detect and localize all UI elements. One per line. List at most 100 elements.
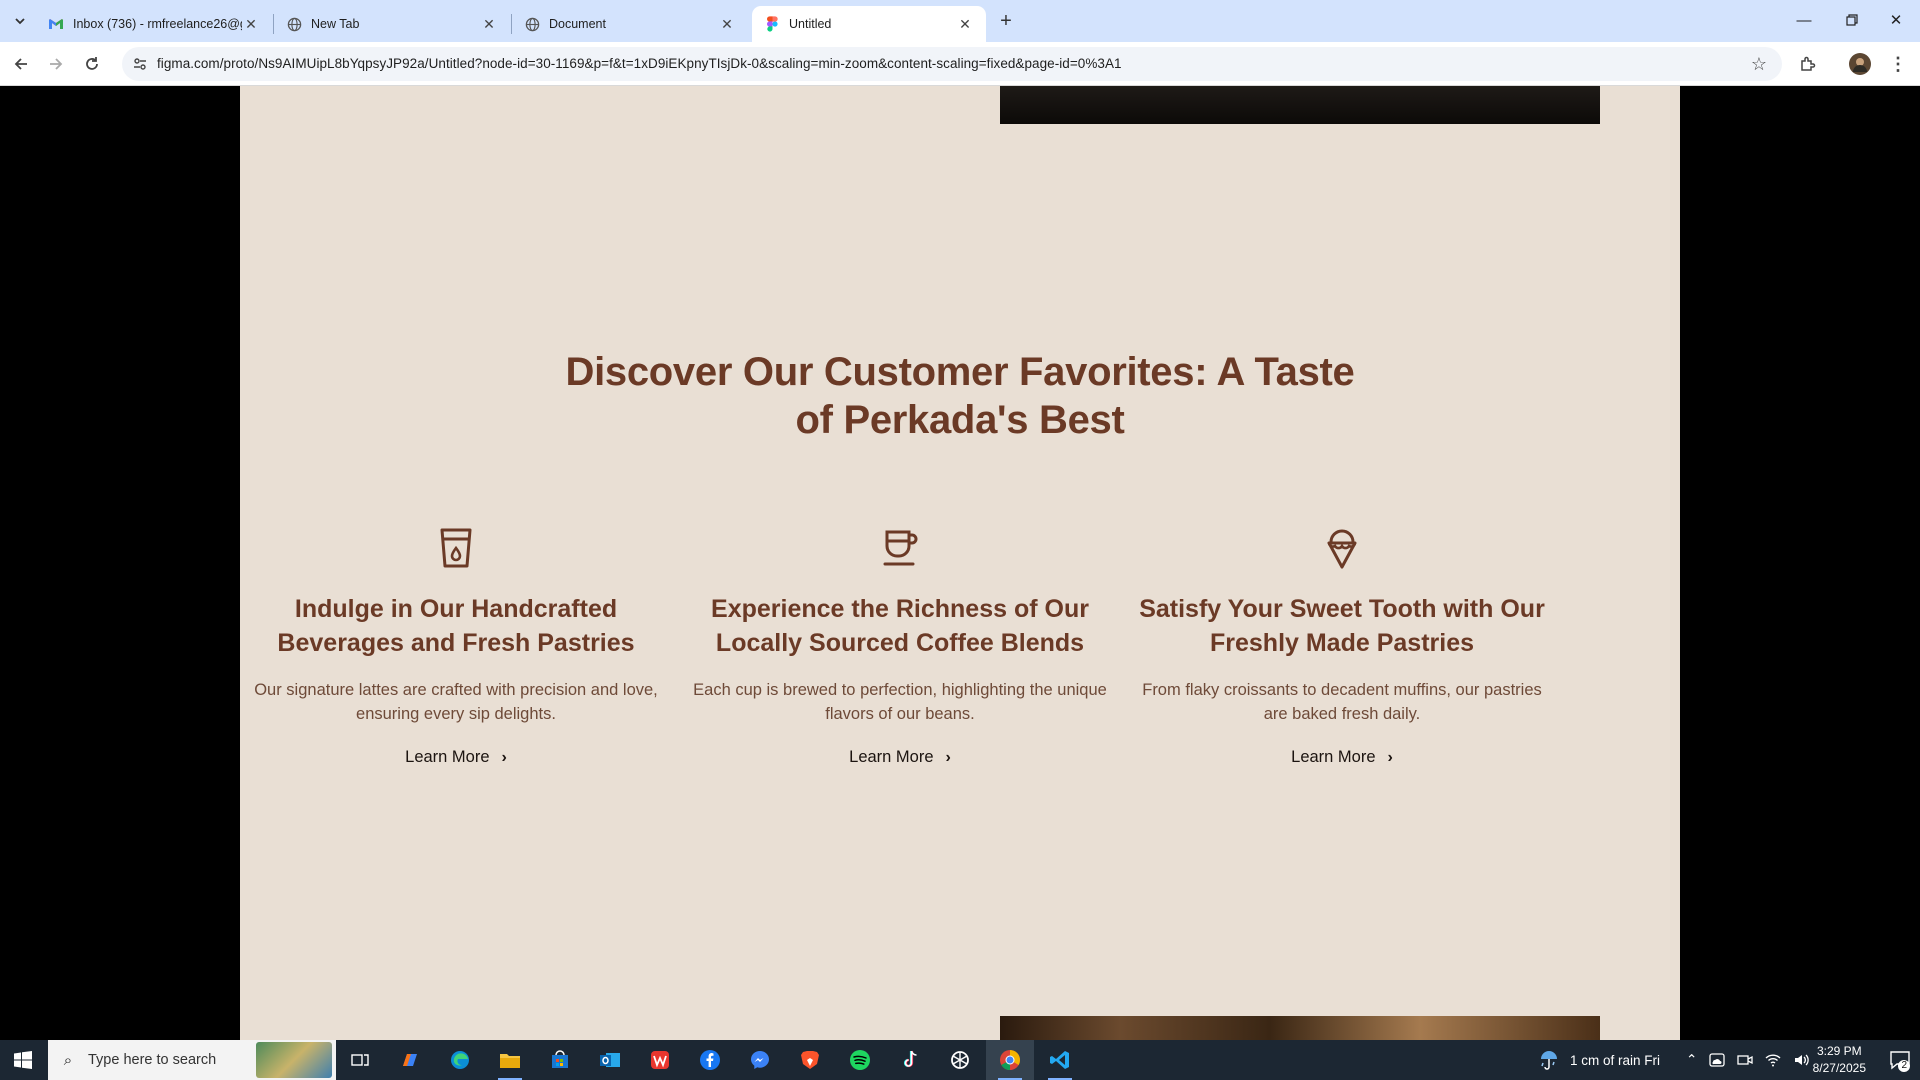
- taskbar-clock[interactable]: 3:29 PM 8/27/2025: [1813, 1043, 1866, 1077]
- tiktok-icon: [903, 1050, 917, 1068]
- task-view-button[interactable]: [336, 1040, 384, 1080]
- store-icon: [552, 1050, 568, 1068]
- notification-center-button[interactable]: 2: [1888, 1048, 1912, 1072]
- vscode-app[interactable]: [1036, 1040, 1084, 1080]
- spotify-icon: [850, 1050, 870, 1070]
- minimize-button[interactable]: —: [1780, 0, 1828, 40]
- learn-more-label: Learn More: [849, 748, 934, 766]
- restore-icon: [1846, 14, 1858, 26]
- close-icon: ✕: [1889, 12, 1903, 29]
- avatar-icon: [1849, 53, 1871, 75]
- chrome-app[interactable]: [986, 1040, 1034, 1080]
- task-view-icon: [351, 1054, 369, 1066]
- start-button[interactable]: [0, 1040, 46, 1080]
- url-text[interactable]: figma.com/proto/Ns9AIMUipL8bYqpsyJP92a/U…: [157, 56, 1122, 71]
- forward-button[interactable]: [40, 48, 72, 80]
- tab-untitled[interactable]: Untitled ✕: [752, 6, 986, 42]
- arrow-left-icon: [14, 58, 27, 70]
- site-info-icon[interactable]: [130, 54, 150, 74]
- card-title: Satisfy Your Sweet Tooth with Our Freshl…: [1139, 595, 1545, 657]
- chevron-right-icon: ›: [1387, 748, 1393, 766]
- wps-icon: [651, 1051, 669, 1069]
- volume-icon[interactable]: [1793, 1052, 1811, 1068]
- learn-more-label: Learn More: [405, 748, 490, 766]
- address-bar[interactable]: figma.com/proto/Ns9AIMUipL8bYqpsyJP92a/U…: [122, 47, 1782, 81]
- restore-button[interactable]: [1828, 0, 1876, 40]
- profile-avatar[interactable]: [1844, 48, 1876, 80]
- extensions-button[interactable]: [1792, 48, 1824, 80]
- close-window-button[interactable]: ✕: [1872, 0, 1920, 40]
- feature-card: Satisfy Your Sweet Tooth with Our Freshl…: [1132, 526, 1552, 767]
- clock-time: 3:29 PM: [1816, 1044, 1862, 1058]
- onedrive-icon[interactable]: [1709, 1052, 1725, 1068]
- bookmark-star-icon[interactable]: ☆: [1748, 53, 1770, 75]
- chevron-down-icon: [15, 18, 25, 25]
- minimize-icon: —: [1796, 11, 1812, 29]
- copilot-icon: [403, 1054, 417, 1066]
- hero-image: [1000, 86, 1600, 124]
- copilot-app[interactable]: [386, 1040, 434, 1080]
- spotify-app[interactable]: [836, 1040, 884, 1080]
- new-tab-button[interactable]: +: [994, 9, 1018, 33]
- brave-icon: [801, 1051, 819, 1069]
- taskbar-search[interactable]: ⌕ Type here to search: [48, 1040, 336, 1080]
- page-viewport: Discover Our Customer Favorites: A Taste…: [0, 86, 1920, 1040]
- store-app[interactable]: [536, 1040, 584, 1080]
- file-explorer-app[interactable]: [486, 1040, 534, 1080]
- tiktok-app[interactable]: [886, 1040, 934, 1080]
- close-icon[interactable]: ✕: [956, 15, 974, 33]
- facebook-icon: [700, 1050, 720, 1070]
- meet-icon[interactable]: [1737, 1052, 1753, 1068]
- coffee-cup-icon: [883, 530, 918, 566]
- close-icon[interactable]: ✕: [242, 15, 260, 33]
- wps-app[interactable]: [636, 1040, 684, 1080]
- rain-icon: [1541, 1051, 1557, 1070]
- windows-logo-icon: [14, 1051, 32, 1069]
- tab-gmail[interactable]: Inbox (736) - rmfreelance26@g ✕: [36, 6, 272, 42]
- ice-cream-icon: [1327, 529, 1357, 569]
- tab-search-button[interactable]: [8, 9, 32, 33]
- close-icon[interactable]: ✕: [718, 15, 736, 33]
- card-description: Each cup is brewed to perfection, highli…: [693, 681, 1107, 723]
- prototype-frame: Discover Our Customer Favorites: A Taste…: [240, 86, 1680, 1040]
- messenger-app[interactable]: [736, 1040, 784, 1080]
- learn-more-label: Learn More: [1291, 748, 1376, 766]
- outlook-app[interactable]: [586, 1040, 634, 1080]
- puzzle-icon: [1801, 56, 1816, 71]
- clock-date: 8/27/2025: [1812, 1061, 1866, 1075]
- reload-button[interactable]: [76, 48, 108, 80]
- reload-icon: [86, 57, 98, 70]
- globe-icon: [286, 16, 302, 32]
- windows-taskbar: ⌕ Type here to search 1 cm of rain Fri ⌃…: [0, 1040, 1920, 1080]
- search-highlight-image: [256, 1042, 332, 1078]
- card-title: Indulge in Our Handcrafted Beverages and…: [277, 595, 635, 657]
- browser-toolbar: figma.com/proto/Ns9AIMUipL8bYqpsyJP92a/U…: [0, 42, 1920, 86]
- chevron-up-icon[interactable]: ⌃: [1686, 1052, 1697, 1068]
- brave-app[interactable]: [786, 1040, 834, 1080]
- search-icon: ⌕: [63, 1051, 73, 1069]
- back-button[interactable]: [5, 48, 37, 80]
- menu-button[interactable]: ⋮: [1882, 48, 1914, 80]
- chatgpt-app[interactable]: [936, 1040, 984, 1080]
- facebook-app[interactable]: [686, 1040, 734, 1080]
- section-heading: Discover Our Customer Favorites: A Taste…: [565, 350, 1355, 442]
- tab-title: New Tab: [311, 17, 360, 31]
- tab-document[interactable]: Document ✕: [512, 6, 748, 42]
- chevron-right-icon: ›: [501, 748, 507, 766]
- tab-new-tab[interactable]: New Tab ✕: [274, 6, 510, 42]
- tab-strip: Inbox (736) - rmfreelance26@g ✕ New Tab …: [0, 0, 1920, 42]
- learn-more-link[interactable]: Learn More ›: [405, 748, 507, 767]
- close-icon[interactable]: ✕: [480, 15, 498, 33]
- feature-card: Indulge in Our Handcrafted Beverages and…: [246, 526, 666, 767]
- tab-title: Inbox (736) - rmfreelance26@g: [73, 17, 242, 31]
- learn-more-link[interactable]: Learn More ›: [849, 748, 951, 767]
- arrow-right-icon: [50, 58, 63, 70]
- vscode-icon: [1050, 1051, 1069, 1069]
- weather-widget[interactable]: 1 cm of rain Fri: [1538, 1040, 1660, 1080]
- card-description: Our signature lattes are crafted with pr…: [254, 681, 658, 723]
- wifi-icon[interactable]: [1765, 1052, 1781, 1068]
- edge-app[interactable]: [436, 1040, 484, 1080]
- globe-icon: [524, 16, 540, 32]
- weather-text: 1 cm of rain Fri: [1570, 1052, 1661, 1068]
- learn-more-link[interactable]: Learn More ›: [1291, 748, 1393, 767]
